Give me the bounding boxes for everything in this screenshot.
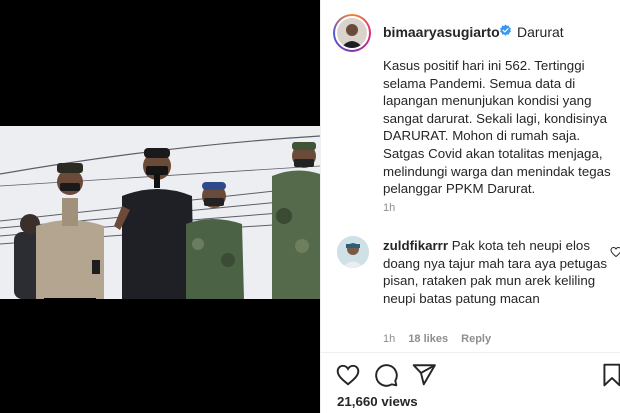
comment-item: zuldfikarrr Pak kota teh neupi elos doan…: [383, 237, 615, 307]
post-caption: Kasus positif hari ini 562. Tertinggi se…: [383, 58, 611, 197]
commenter-username[interactable]: zuldfikarrr: [383, 238, 448, 253]
comment-timestamp[interactable]: 1h: [383, 333, 395, 345]
author-username[interactable]: bimaaryasugiarto: [383, 24, 500, 40]
author-avatar[interactable]: [335, 16, 369, 50]
heart-icon[interactable]: [335, 362, 361, 388]
author-avatar-ring[interactable]: [333, 14, 371, 52]
post-media-panel[interactable]: [0, 0, 320, 413]
comment-reply-button[interactable]: Reply: [461, 333, 491, 345]
verified-badge-icon: [499, 24, 512, 37]
divider: [321, 352, 620, 353]
header-location-label[interactable]: Darurat: [517, 24, 564, 40]
views-count[interactable]: 21,660 views: [337, 394, 418, 409]
caption-timestamp[interactable]: 1h: [383, 202, 395, 214]
comment-icon[interactable]: [373, 362, 399, 388]
post-action-bar: [321, 360, 620, 390]
post-header: bimaaryasugiarto Darurat: [321, 0, 620, 58]
send-icon[interactable]: [411, 362, 437, 388]
post-photo[interactable]: [0, 126, 320, 299]
comment-meta: 1h 18 likes Reply: [383, 333, 501, 345]
commenter-avatar[interactable]: [337, 236, 369, 268]
bookmark-icon[interactable]: [599, 362, 620, 388]
comment-likes-count[interactable]: 18 likes: [408, 333, 448, 345]
comment-like-heart-icon[interactable]: [610, 245, 620, 258]
post-details-panel: bimaaryasugiarto Darurat Kasus positif h…: [320, 0, 620, 413]
